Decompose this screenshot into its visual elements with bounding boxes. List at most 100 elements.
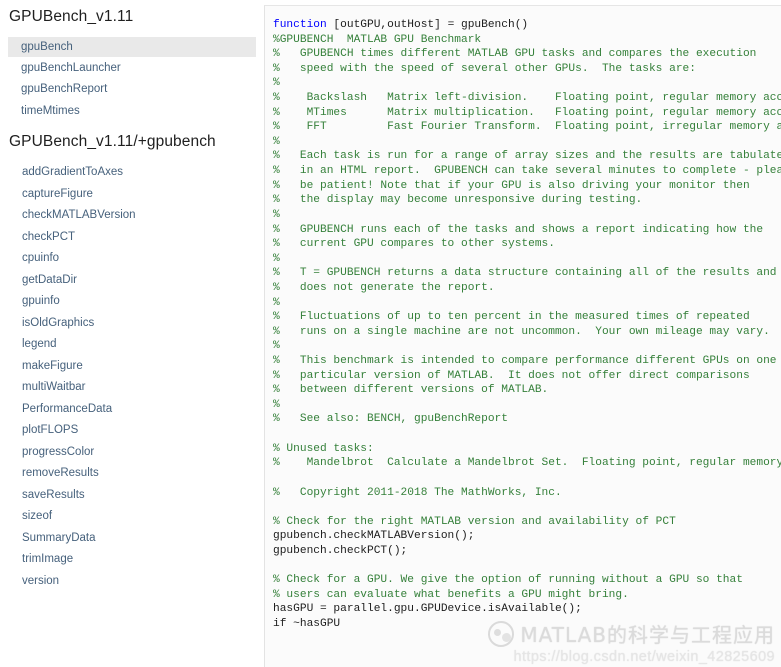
sidebar-item-summarydata[interactable]: SummaryData [8,528,256,548]
source-code-text[interactable]: function [outGPU,outHost] = gpuBench() %G… [265,6,781,632]
code-line: % between different versions of MATLAB. [273,383,781,398]
code-line: % GPUBENCH runs each of the tasks and sh… [273,223,781,238]
code-token: % be patient! Note that if your GPU is a… [273,179,750,192]
code-token: % Mandelbrot Calculate a Mandelbrot Set.… [273,457,781,470]
code-token: % Unused tasks: [273,442,374,455]
code-line: % [273,76,781,91]
code-line: hasGPU = parallel.gpu.GPUDevice.isAvaila… [273,602,781,617]
sidebar-list-root: gpuBench gpuBenchLauncher gpuBenchReport ti… [0,36,264,121]
code-token: % See also: BENCH, gpuBenchReport [273,413,508,426]
code-line: % [273,398,781,413]
code-token: % GPUBENCH runs each of the tasks and sh… [273,223,764,236]
code-line: % [273,296,781,311]
code-token: % MTimes Matrix multiplication. Floating… [273,106,781,119]
code-token: %GPUBENCH MATLAB GPU Benchmark [273,33,482,46]
sidebar-item-gpuinfo[interactable]: gpuinfo [8,291,256,311]
code-line: % Unused tasks: [273,442,781,457]
code-line: % GPUBENCH times different MATLAB GPU ta… [273,47,781,62]
code-token: % [273,340,280,353]
code-line: % does not generate the report. [273,281,781,296]
code-token: % users can evaluate what benefits a GPU… [273,588,629,601]
sidebar-item-legend[interactable]: legend [8,334,256,354]
code-line: % in an HTML report. GPUBENCH can take s… [273,164,781,179]
code-token: % This benchmark is intended to compare … [273,355,777,368]
code-token: gpubench.checkMATLABVersion(); [273,530,475,543]
code-line: % MTimes Matrix multiplication. Floating… [273,106,781,121]
code-token: % GPUBENCH times different MATLAB GPU ta… [273,48,757,61]
code-line: % Copyright 2011-2018 The MathWorks, Inc… [273,486,781,501]
sidebar-item-progresscolor[interactable]: progressColor [8,442,256,462]
sidebar-group-title-gpubench-v111: GPUBench_v1.11 [9,8,134,25]
sidebar-item-isoldgraphics[interactable]: isOldGraphics [8,313,256,333]
sidebar-item-version[interactable]: version [8,571,256,591]
code-token: % current GPU compares to other systems. [273,238,555,251]
code-browser-window: GPUBench_v1.11 gpuBench gpuBenchLauncher g… [0,0,781,667]
code-line: % [273,135,781,150]
code-token: % Fluctuations of up to ten percent in t… [273,311,750,324]
sidebar-item-capturefigure[interactable]: captureFigure [8,184,256,204]
sidebar-item-performancedata[interactable]: PerformanceData [8,399,256,419]
code-token: % [273,296,280,309]
code-token: if ~hasGPU [273,617,341,630]
code-token: % runs on a single machine are not uncom… [273,325,770,338]
code-line: % the display may become unresponsive du… [273,193,781,208]
sidebar-item-addgradienttoaxes[interactable]: addGradientToAxes [8,162,256,182]
sidebar-item-gpubenchlauncher[interactable]: gpuBenchLauncher [8,58,256,78]
code-line: %GPUBENCH MATLAB GPU Benchmark [273,33,781,48]
code-token: % in an HTML report. GPUBENCH can take s… [273,165,781,178]
code-token: % T = GPUBENCH returns a data structure … [273,267,777,280]
sidebar-item-removeresults[interactable]: removeResults [8,463,256,483]
sidebar-item-trimimage[interactable]: trimImage [8,549,256,569]
code-line: % Check for the right MATLAB version and… [273,515,781,530]
code-token: function [273,19,327,31]
code-token: % Check for a GPU. We give the option of… [273,574,743,587]
code-line: % current GPU compares to other systems. [273,237,781,252]
sidebar-item-plotflops[interactable]: plotFLOPS [8,420,256,440]
code-line: % Check for a GPU. We give the option of… [273,573,781,588]
sidebar-item-checkmatlabversion[interactable]: checkMATLABVersion [8,205,256,225]
code-line: % Backslash Matrix left-division. Floati… [273,91,781,106]
sidebar-item-multiwaitbar[interactable]: multiWaitbar [8,377,256,397]
code-viewer-panel[interactable]: function [outGPU,outHost] = gpuBench() %G… [264,5,781,667]
code-token: % [273,252,280,265]
code-token: % FFT Fast Fourier Transform. Floating p… [273,121,781,134]
code-token: % Each task is run for a range of array … [273,150,781,163]
code-token: % [273,398,280,411]
sidebar-item-cpuinfo[interactable]: cpuinfo [8,248,256,268]
sidebar-item-gpubenchreport[interactable]: gpuBenchReport [8,79,256,99]
code-token: % speed with the speed of several other … [273,62,696,75]
sidebar-item-saveresults[interactable]: saveResults [8,485,256,505]
code-line: % particular version of MATLAB. It does … [273,369,781,384]
code-token: hasGPU = parallel.gpu.GPUDevice.isAvaila… [273,603,582,616]
code-token: % between different versions of MATLAB. [273,384,549,397]
code-line: % FFT Fast Fourier Transform. Floating p… [273,120,781,135]
sidebar-item-checkpct[interactable]: checkPCT [8,227,256,247]
sidebar-item-sizeof[interactable]: sizeof [8,506,256,526]
code-token: % Backslash Matrix left-division. Floati… [273,92,781,105]
code-token: % [273,135,280,148]
code-line: % Mandelbrot Calculate a Mandelbrot Set.… [273,456,781,471]
file-list-sidebar[interactable]: GPUBench_v1.11 gpuBench gpuBenchLauncher g… [0,0,264,662]
sidebar-item-gpubench[interactable]: gpuBench [8,36,256,57]
code-line: % [273,252,781,267]
code-line: % [273,339,781,354]
code-token: % [273,208,280,221]
sidebar-item-getdatadir[interactable]: getDataDir [8,270,256,290]
code-line: function [outGPU,outHost] = gpuBench() [273,18,781,33]
code-line: % be patient! Note that if your GPU is a… [273,179,781,194]
code-line: % This benchmark is intended to compare … [273,354,781,369]
sidebar-item-timemtimes[interactable]: timeMtimes [8,101,256,121]
code-token: % [273,77,280,90]
code-token: % does not generate the report. [273,281,495,294]
code-line: gpubench.checkMATLABVersion(); [273,529,781,544]
watermark-url: https://blog.csdn.net/weixin_42825609 [513,649,775,665]
code-token: % particular version of MATLAB. It does … [273,369,750,382]
sidebar-item-makefigure[interactable]: makeFigure [8,356,256,376]
code-line: % [273,208,781,223]
code-line: % See also: BENCH, gpuBenchReport [273,412,781,427]
code-line: if ~hasGPU [273,617,781,632]
